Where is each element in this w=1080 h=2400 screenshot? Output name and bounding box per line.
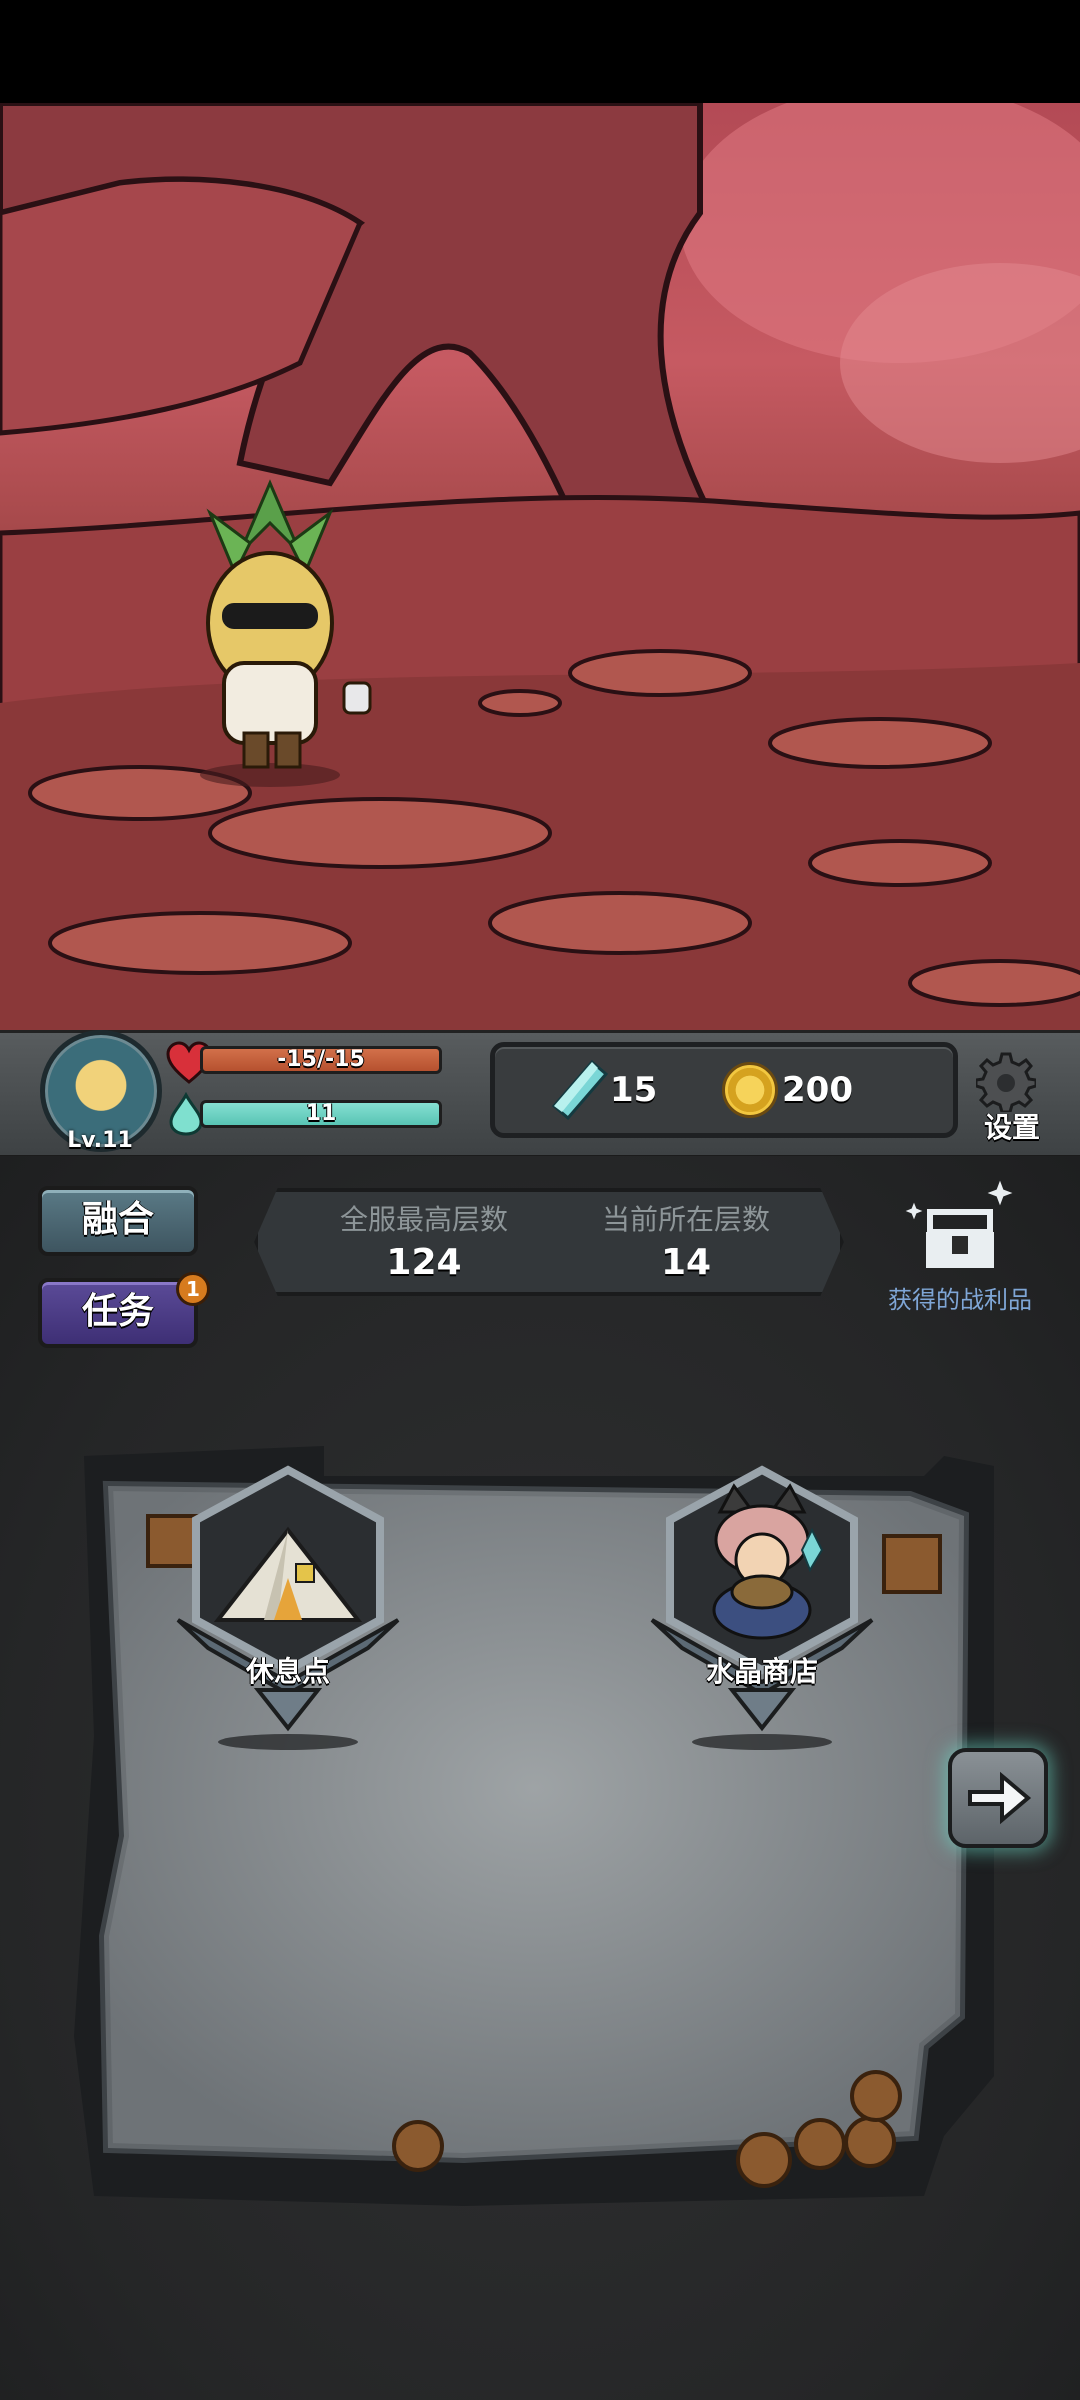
tasks-button[interactable]: 任务 <box>38 1278 198 1348</box>
player-level: Lv.11 <box>67 1128 133 1153</box>
settings-button[interactable]: 设置 <box>984 1106 1040 1146</box>
shop-node-label: 水晶商店 <box>705 1655 818 1688</box>
gold-coin-icon <box>722 1062 778 1118</box>
treasure-chest-icon[interactable] <box>900 1176 1020 1276</box>
gold-count: 200 <box>782 1070 853 1110</box>
mana-value: 11 <box>305 1101 337 1126</box>
crystal-icon <box>551 1059 609 1121</box>
current-floor-value: 14 <box>660 1242 712 1283</box>
hp-value: -15/-15 <box>277 1047 365 1072</box>
current-floor: 当前所在层数 14 <box>566 1198 806 1283</box>
crystal-shop-node[interactable]: 水晶商店 <box>642 1460 882 1750</box>
rest-node-label: 休息点 <box>245 1655 330 1688</box>
scene-background <box>0 103 1080 1030</box>
loot-label[interactable]: 获得的战利品 <box>872 1280 1048 1315</box>
shop-node-frame <box>650 1465 874 1750</box>
gear-icon[interactable] <box>976 1052 1036 1112</box>
arrow-right-icon <box>968 1771 1032 1825</box>
rest-node-frame <box>176 1465 400 1750</box>
status-bar <box>0 0 1080 103</box>
server-max-floor-label: 全服最高层数 <box>339 1203 508 1236</box>
fuse-button[interactable]: 融合 <box>38 1186 198 1256</box>
crystal-count: 15 <box>610 1070 658 1110</box>
rest-point-node[interactable]: 休息点 <box>168 1460 408 1750</box>
current-floor-label: 当前所在层数 <box>601 1203 770 1236</box>
mana-bar: 11 <box>200 1100 442 1128</box>
battle-scene <box>0 103 1080 1030</box>
tasks-badge: 1 <box>176 1272 210 1306</box>
server-max-floor-value: 124 <box>386 1242 462 1283</box>
server-max-floor: 全服最高层数 124 <box>304 1198 544 1283</box>
hp-bar: -15/-15 <box>200 1046 442 1074</box>
next-floor-button[interactable] <box>948 1748 1048 1848</box>
